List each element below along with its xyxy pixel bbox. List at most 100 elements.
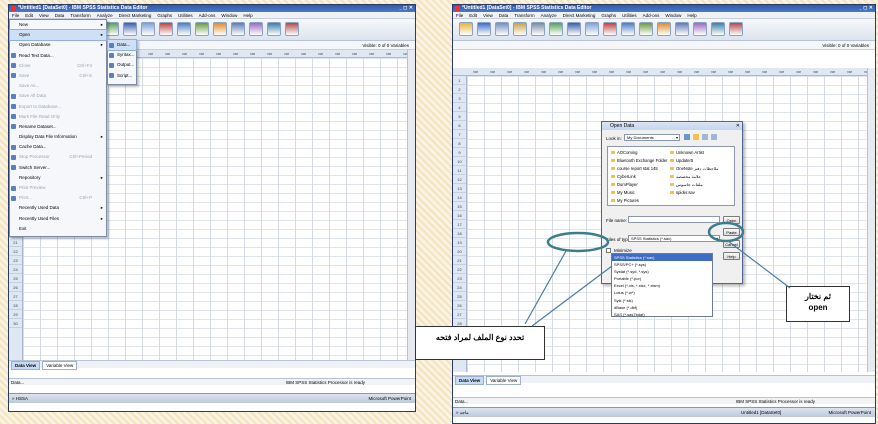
row-number[interactable]: 12 [453,175,466,184]
row-number[interactable]: 22 [9,247,22,256]
column-header-var[interactable]: var [329,50,346,57]
row-number[interactable]: 6 [453,121,466,130]
row-number[interactable]: 17 [453,220,466,229]
column-header-var[interactable]: var [654,68,671,75]
column-header-var[interactable]: var [671,68,688,75]
menu-add-ons[interactable]: Add-ons [640,12,663,19]
up-folder-icon[interactable] [684,134,690,140]
file-type-option[interactable]: dBase (*.dbf) [612,304,712,311]
column-header-var[interactable]: var [858,68,867,75]
list-view-icon[interactable] [702,134,708,140]
column-header-var[interactable]: var [603,68,620,75]
taskbar-start[interactable]: » ماجد [453,410,469,415]
toolbar-button-icon[interactable] [675,22,689,36]
toolbar-button-icon[interactable] [249,22,263,36]
file-menu-item[interactable]: Cache Data... [10,142,106,152]
row-number[interactable]: 27 [453,310,466,319]
open-submenu-item[interactable]: Script... [108,71,136,81]
row-number[interactable]: 19 [453,238,466,247]
row-number[interactable]: 30 [9,319,22,328]
look-in-select[interactable]: My Documents ▾ [624,134,680,141]
row-number[interactable]: 15 [453,202,466,211]
column-header-var[interactable]: var [705,68,722,75]
menu-direct-marketing[interactable]: Direct Marketing [116,12,155,19]
menu-view[interactable]: View [480,12,496,19]
file-list-item[interactable]: علامة مخصصة [670,174,701,179]
vertical-scrollbar[interactable] [407,50,415,360]
paste-button[interactable]: Paste [723,228,740,236]
menu-utilities[interactable]: Utilities [619,12,640,19]
toolbar-button-icon[interactable] [711,22,725,36]
file-menu-item[interactable]: Save Ctrl+S [10,71,106,81]
file-menu-item[interactable]: Open Database ▸ [10,40,106,50]
row-number[interactable]: 2 [453,85,466,94]
file-menu-item[interactable]: Display Data File Information ▸ [10,132,106,142]
row-number[interactable]: 3 [453,94,466,103]
row-number[interactable]: 24 [9,265,22,274]
tab-variable-view[interactable]: Variable View [42,361,78,370]
row-number[interactable]: 25 [453,292,466,301]
open-submenu-item[interactable]: Output... [108,60,136,70]
file-menu-item[interactable]: Print Preview [10,183,106,193]
toolbar-button-icon[interactable] [729,22,743,36]
toolbar-button-icon[interactable] [159,22,173,36]
file-menu-item[interactable]: Switch Server... [10,163,106,173]
menu-file[interactable]: File [9,12,22,19]
column-header-var[interactable]: var [620,68,637,75]
file-menu-item[interactable]: Save As... [10,81,106,91]
toolbar-button-icon[interactable] [567,22,581,36]
row-number[interactable]: 4 [453,103,466,112]
menu-analyze[interactable]: Analyze [94,12,116,19]
file-type-option[interactable]: SPSS Statistics (*.sav) [612,254,712,262]
file-menu-item[interactable]: Close Ctrl+F4 [10,61,106,71]
file-menu-item[interactable]: Exit [10,224,106,234]
file-menu-item[interactable]: Mark File Read Only [10,112,106,122]
file-list-item[interactable]: My Pictures [611,198,639,203]
row-number[interactable]: 8 [453,139,466,148]
row-number[interactable]: 27 [9,292,22,301]
toolbar-button-icon[interactable] [693,22,707,36]
row-number[interactable]: 16 [453,211,466,220]
toolbar-button-icon[interactable] [459,22,473,36]
cancel-button[interactable]: Cancel [723,240,740,248]
taskbar-powerpoint[interactable]: Microsoft PowerPoint [368,394,411,404]
toolbar-button-icon[interactable] [531,22,545,36]
row-number[interactable]: 23 [453,274,466,283]
column-header-var[interactable]: var [346,50,363,57]
file-list-item[interactable]: AOComing [611,150,637,155]
menu-help[interactable]: Help [240,12,255,19]
menu-data[interactable]: Data [52,12,68,19]
vertical-scrollbar[interactable] [867,68,875,372]
toolbar-button-icon[interactable] [657,22,671,36]
column-header-var[interactable]: var [210,50,227,57]
menu-direct-marketing[interactable]: Direct Marketing [560,12,599,19]
file-list-item[interactable]: My Music [611,190,635,195]
taskbar-start[interactable]: » HSSA [9,396,28,401]
toolbar-button-icon[interactable] [513,22,527,36]
column-header-var[interactable]: var [142,50,159,57]
column-header-var[interactable]: var [176,50,193,57]
toolbar-button-icon[interactable] [477,22,491,36]
tab-data-view[interactable]: Data View [11,361,41,370]
column-header-var[interactable]: var [501,68,518,75]
row-number[interactable]: 26 [453,301,466,310]
open-submenu-item[interactable]: Data... [107,38,137,52]
column-header-var[interactable]: var [773,68,790,75]
file-list-item[interactable]: Updater5 [670,158,693,163]
menu-graphs[interactable]: Graphs [154,12,175,19]
file-list-item[interactable]: OneNote ملاحظات دفتر [670,166,719,171]
row-number[interactable]: 21 [453,256,466,265]
menu-window[interactable]: Window [662,12,684,19]
column-header-var[interactable]: var [807,68,824,75]
row-number[interactable]: 7 [453,130,466,139]
window-controls[interactable]: _ ◻ ✕ [859,5,873,12]
menu-analyze[interactable]: Analyze [538,12,560,19]
file-list-item[interactable]: Unknown Artist [670,150,704,155]
new-folder-icon[interactable] [693,134,699,140]
row-number[interactable]: 28 [9,301,22,310]
file-type-option[interactable]: Sylk (*.slk) [612,297,712,304]
files-of-type-dropdown[interactable]: SPSS Statistics (*.sav) SPSS/PC+ (*.sys) S… [611,253,713,317]
toolbar-button-icon[interactable] [141,22,155,36]
column-header-var[interactable]: var [159,50,176,57]
toolbar-button-icon[interactable] [177,22,191,36]
